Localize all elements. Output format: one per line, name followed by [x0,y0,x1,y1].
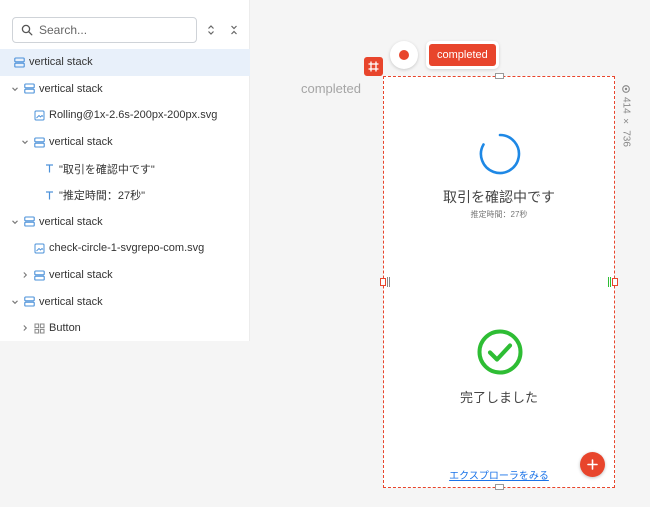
frame-size-text: 414 × 736 [620,97,632,147]
chevron-right-icon[interactable] [20,270,30,280]
layer-label: vertical stack [39,215,103,228]
vertical-stack-icon [24,83,35,94]
layer-row[interactable]: "取引を確認中です" [0,155,250,182]
chevron-right-icon[interactable] [20,323,30,333]
estimated-time-text: 推定時間：27秒 [470,210,528,219]
layer-label: "取引を確認中です" [59,163,155,176]
add-button[interactable] [580,452,605,477]
layer-row[interactable]: "推定時間：27秒" [0,182,250,209]
search-input[interactable] [39,23,189,37]
frame-icon[interactable] [364,57,383,76]
layer-row[interactable]: check-circle-1-svgrepo-com.svg [0,235,250,262]
check-circle-icon [477,329,523,375]
resize-handle-right[interactable] [612,278,618,286]
layer-row[interactable]: Button [0,315,250,342]
layer-label: Button [49,322,81,335]
vertical-stack-icon [34,269,45,281]
search-box[interactable] [12,17,197,43]
collapse-all-icon[interactable] [227,22,241,38]
layer-tree: vertical stack vertical stack Rolling@1x-2… [0,49,250,342]
align-left-icon[interactable] [387,277,390,287]
layer-row[interactable]: vertical stack [0,129,250,156]
sort-toggle-icon[interactable] [204,22,218,38]
text-layer-icon [44,190,55,201]
vertical-stack-icon [14,57,25,68]
align-right-icon[interactable] [608,277,611,287]
layer-row[interactable]: vertical stack [0,262,250,289]
loading-spinner-icon [479,133,521,175]
layer-label: vertical stack [49,269,113,282]
text-layer-icon [44,163,55,174]
resize-handle-bottom[interactable] [495,484,504,490]
layer-label: vertical stack [39,295,103,308]
chevron-down-icon[interactable] [20,137,30,147]
layer-label: vertical stack [49,136,113,149]
layers-panel: vertical stack vertical stack Rolling@1x-2… [0,0,250,341]
resize-handle-top[interactable] [495,73,504,79]
state-badge[interactable]: completed [429,44,496,66]
layer-row[interactable]: Rolling@1x-2.6s-200px-200px.svg [0,102,250,129]
search-icon [21,24,33,36]
layer-row[interactable]: vertical stack [0,49,250,76]
layer-label: vertical stack [29,56,93,69]
state-badge-wrapper[interactable]: completed [426,41,499,69]
layer-row[interactable]: vertical stack [0,76,250,103]
component-icon [34,323,45,334]
settings-icon[interactable] [621,84,631,94]
chevron-down-icon[interactable] [10,217,20,227]
record-dot-icon [399,50,409,60]
resize-handle-left[interactable] [380,278,386,286]
layer-label: vertical stack [39,82,103,95]
layer-label: Rolling@1x-2.6s-200px-200px.svg [49,109,218,122]
vertical-stack-icon [24,296,35,307]
confirming-title: 取引を確認中です [443,189,555,205]
vertical-stack-icon [34,137,45,148]
layer-label: "推定時間：27秒" [59,190,146,203]
layer-row[interactable]: vertical stack [0,288,250,315]
chevron-down-icon[interactable] [10,84,20,94]
layer-label: check-circle-1-svgrepo-com.svg [49,242,205,255]
image-file-icon [34,243,45,254]
completed-text: 完了しました [459,390,538,405]
chevron-down-icon[interactable] [10,297,20,307]
layer-row[interactable]: vertical stack [0,209,250,236]
plus-icon [587,459,598,470]
record-button[interactable] [390,41,418,69]
vertical-stack-icon [24,216,35,227]
image-file-icon [34,110,45,121]
frame-name-label: completed [301,81,361,96]
frame-size-label[interactable]: 414 × 736 [619,84,633,147]
